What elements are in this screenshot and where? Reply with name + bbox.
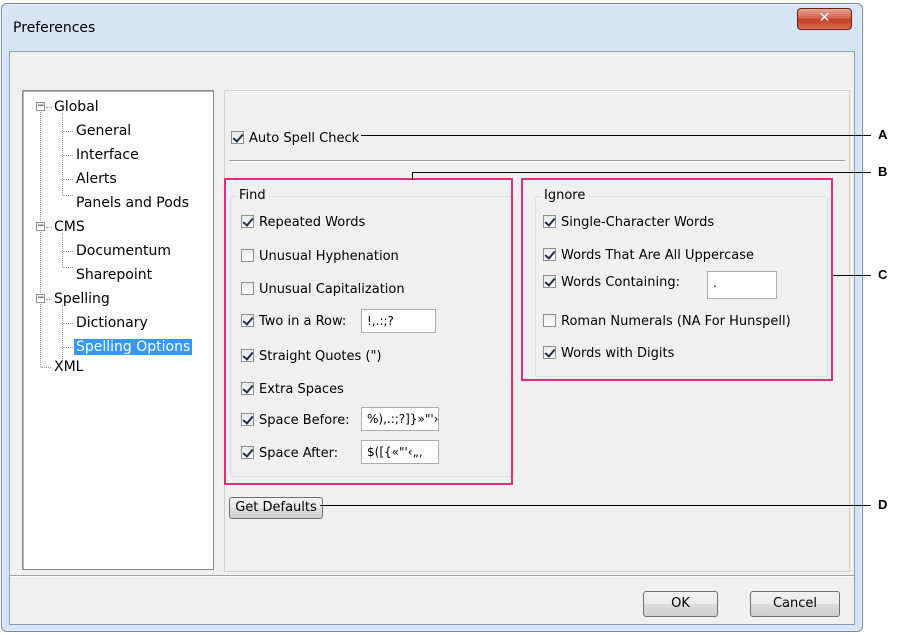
footer-separator	[10, 575, 854, 577]
tree-connector	[62, 233, 63, 267]
collapse-icon[interactable]: −	[36, 294, 45, 303]
auto-spell-check-checkbox[interactable]: Auto Spell Check	[231, 130, 359, 148]
tree-connector	[62, 113, 63, 195]
collapse-icon[interactable]: −	[36, 102, 45, 111]
close-button[interactable]: ✕	[797, 8, 852, 30]
tree-item-interface[interactable]: Interface	[74, 145, 141, 165]
tree-item-spelling-options[interactable]: Spelling Options	[74, 337, 193, 357]
tree-item-xml[interactable]: XML	[52, 357, 85, 377]
tree-item-global[interactable]: Global	[52, 97, 101, 117]
ok-button[interactable]: OK	[643, 591, 718, 617]
cancel-button[interactable]: Cancel	[750, 591, 840, 617]
callout-c: C	[878, 267, 888, 282]
callout-b: B	[878, 164, 888, 179]
callout-line-a	[361, 135, 871, 136]
title-bar[interactable]: Preferences ✕	[2, 4, 862, 52]
callout-line-b	[412, 172, 871, 173]
ignore-highlight-box	[521, 178, 833, 381]
find-highlight-box	[224, 178, 513, 485]
tree-item-alerts[interactable]: Alerts	[74, 169, 119, 189]
tree-connector	[40, 107, 41, 367]
callout-line-c	[833, 275, 871, 276]
tree-connector	[62, 305, 63, 363]
tree-item-spelling[interactable]: Spelling	[52, 289, 112, 309]
collapse-icon[interactable]: −	[36, 222, 45, 231]
window-title: Preferences	[13, 20, 96, 36]
tree-item-documentum[interactable]: Documentum	[74, 241, 173, 261]
callout-line-b-drop	[412, 172, 413, 180]
callout-d: D	[878, 497, 888, 512]
close-icon: ✕	[818, 10, 831, 26]
tree-item-sharepoint[interactable]: Sharepoint	[74, 265, 154, 285]
panel-separator	[229, 160, 845, 162]
checkbox-icon	[231, 131, 244, 144]
get-defaults-button[interactable]: Get Defaults	[229, 497, 323, 519]
callout-a: A	[878, 127, 888, 142]
preferences-tree[interactable]: − Global General Interface Alerts Panels…	[22, 90, 214, 570]
callout-line-d	[320, 505, 871, 506]
tree-item-general[interactable]: General	[74, 121, 133, 141]
tree-item-panels-and-pods[interactable]: Panels and Pods	[74, 193, 191, 213]
tree-item-cms[interactable]: CMS	[52, 217, 87, 237]
tree-item-dictionary[interactable]: Dictionary	[74, 313, 150, 333]
